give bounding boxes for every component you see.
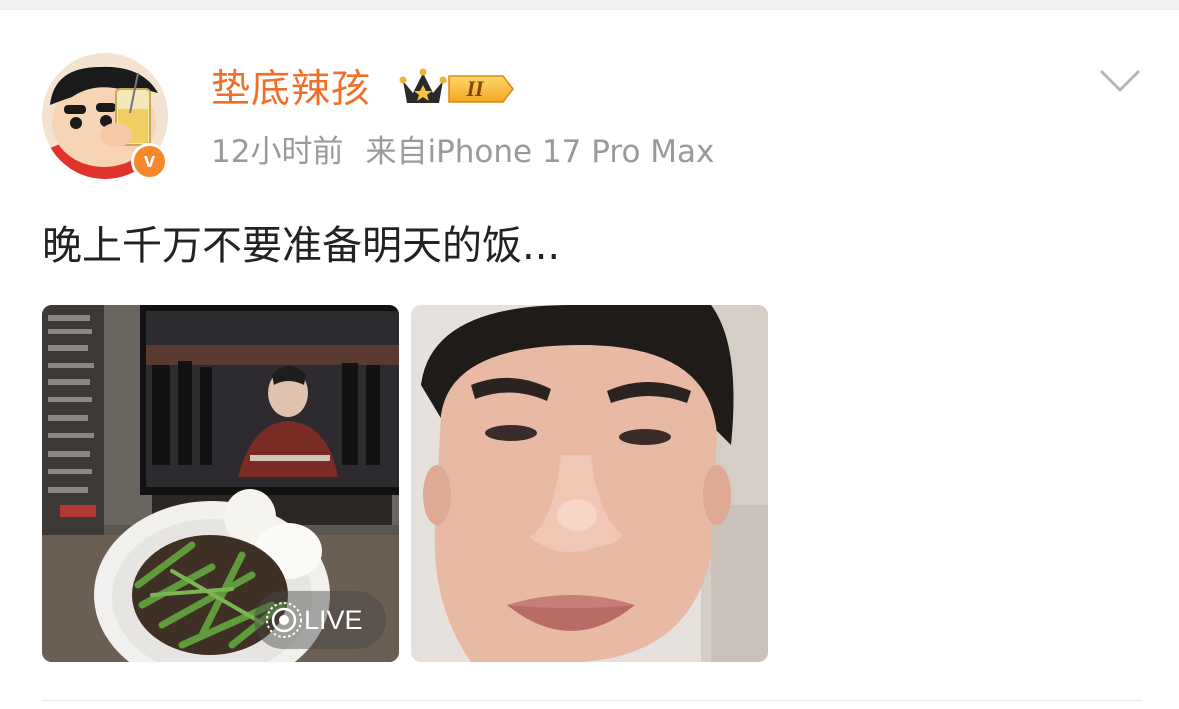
vip-level-label: II xyxy=(466,76,484,101)
author-name[interactable]: 垫底辣孩 xyxy=(211,64,371,116)
verified-badge: v xyxy=(131,143,168,180)
selfie-photo xyxy=(411,305,768,662)
live-photo-badge[interactable]: LIVE xyxy=(254,591,386,649)
live-photo-icon xyxy=(266,602,302,638)
post-meta: 12小时前 来自iPhone 17 Pro Max xyxy=(211,131,714,173)
post-source[interactable]: 来自iPhone 17 Pro Max xyxy=(365,134,714,170)
live-label: LIVE xyxy=(304,605,363,635)
chevron-down-icon[interactable] xyxy=(1099,66,1141,96)
top-separator-band xyxy=(0,0,1179,10)
post-time: 12小时前 xyxy=(211,134,344,170)
post-divider xyxy=(42,700,1142,701)
post-text: 晚上千万不要准备明天的饭... xyxy=(42,223,561,269)
post-image-2[interactable] xyxy=(411,305,768,662)
